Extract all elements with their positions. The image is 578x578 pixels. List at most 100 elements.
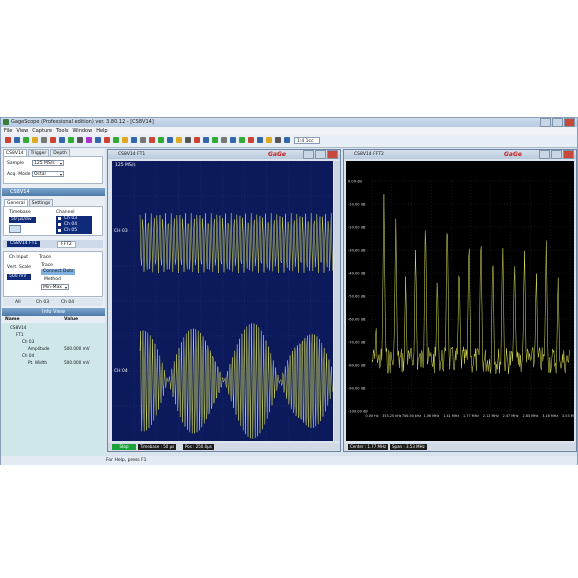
fft-plot[interactable]: 0.00 dB -10.00 dB -20.00 dB -30.00 dB -40.00… (346, 161, 574, 441)
toolbar-icon[interactable] (176, 137, 182, 143)
toolbar-icon[interactable] (50, 137, 56, 143)
channel-tab-strip: All Ch 03 Ch 04 (3, 298, 103, 306)
toolbar-icon[interactable] (14, 137, 20, 143)
maximize-button[interactable] (315, 150, 326, 159)
acq-mode-select[interactable]: Octal (32, 171, 64, 178)
info-view: Name Value CS8V14 FT1 Ch 03 Amplitude 500… (2, 316, 105, 463)
y-tick-label: -40.00 dB (348, 272, 366, 276)
tab-fft1[interactable]: CS8V14 FT1 (7, 241, 41, 247)
method-select[interactable]: Min-Max (41, 284, 69, 291)
tree-row[interactable]: CS8V14 (2, 324, 104, 331)
trace-ch04 (139, 323, 333, 439)
menu-view[interactable]: View (16, 127, 28, 135)
info-view-header: Info View (2, 308, 105, 316)
span-readout: Span : 3.53 MHz (390, 444, 427, 450)
trace-ch03 (139, 212, 333, 274)
y-tick-label: -50.00 dB (348, 295, 366, 299)
sample-select[interactable]: 125 MS/s (32, 160, 64, 167)
toolbar-icon[interactable] (32, 137, 38, 143)
checkbox-icon[interactable] (58, 223, 61, 226)
tree-value: 500.000 mV (64, 360, 90, 365)
checkbox-icon[interactable] (58, 217, 61, 220)
position-readout: Pos : 250.0µs (183, 444, 214, 450)
center-readout: Center : 1.77 MHz (348, 444, 389, 450)
scope-window-time: CS8V14 FT1 GaGe 125 MS/s CH 03 CH 04 Sto… (107, 149, 341, 452)
toolbar-icon[interactable] (275, 137, 281, 143)
minimize-button[interactable] (539, 150, 550, 159)
menu-capture[interactable]: Capture (32, 127, 52, 135)
toolbar-icon[interactable] (257, 137, 263, 143)
stop-indicator[interactable]: Stop (112, 444, 136, 450)
tab-fft2[interactable]: FFT2 (57, 241, 76, 248)
close-button[interactable] (563, 150, 574, 159)
x-tick-label: 353.25 kHz (382, 414, 401, 418)
scope-window-controls (539, 150, 574, 159)
toolbar-icon[interactable] (230, 137, 236, 143)
acq-mode-label: Acq. Mode (7, 172, 31, 177)
y-tick-label: -30.00 dB (348, 249, 366, 253)
toolbar-icon[interactable] (41, 137, 47, 143)
device-header: CS8V14 (2, 188, 105, 196)
toolbar-icon[interactable] (113, 137, 119, 143)
timebase-value[interactable]: 50 µs/div (9, 217, 36, 223)
toolbar-icon[interactable] (158, 137, 164, 143)
toolbar-icon[interactable] (248, 137, 254, 143)
toolbar-icon[interactable] (167, 137, 173, 143)
toolbar-icon[interactable] (59, 137, 65, 143)
tab-all[interactable]: All (15, 300, 21, 305)
menu-window[interactable]: Window (72, 127, 92, 135)
zoom-select[interactable]: 1:4 1cc (294, 137, 320, 144)
close-button[interactable] (564, 118, 575, 127)
time-plot[interactable]: 125 MS/s CH 03 CH 04 (112, 161, 333, 441)
channel-item[interactable]: Ch 05 (64, 228, 77, 234)
channel-label: Channel (56, 210, 75, 215)
toolbar-icon[interactable] (5, 137, 11, 143)
toolbar-icon[interactable] (95, 137, 101, 143)
toolbar-icon[interactable] (221, 137, 227, 143)
scope-window-controls (303, 150, 338, 159)
maximize-button[interactable] (552, 118, 563, 127)
toolbar-icon[interactable] (131, 137, 137, 143)
toolbar-icon[interactable] (68, 137, 74, 143)
toolbar-icon[interactable] (86, 137, 92, 143)
menu-tools[interactable]: Tools (56, 127, 68, 135)
input-box: Ch Input Trace Vert. Scale 500 mV Trace … (3, 251, 103, 297)
minimize-button[interactable] (303, 150, 314, 159)
toolbar-icon[interactable] (149, 137, 155, 143)
toolbar-icon[interactable] (23, 137, 29, 143)
toolbar-icon[interactable] (194, 137, 200, 143)
menu-file[interactable]: File (4, 127, 12, 135)
scope-title-bar: CS8V14 FT1 GaGe (108, 150, 340, 159)
tree-row[interactable]: Pt. Width 500.000 mV (2, 359, 104, 366)
tree-row[interactable]: Ch 03 (2, 338, 104, 345)
tab-ch03[interactable]: Ch 03 (36, 300, 49, 305)
tree-row[interactable]: Amplitude 500.000 mV (2, 345, 104, 352)
tree-row[interactable]: Ch 04 (2, 352, 104, 359)
toolbar-icon[interactable] (104, 137, 110, 143)
timebase-spin-icon[interactable] (9, 225, 21, 233)
close-button[interactable] (327, 150, 338, 159)
channel-list[interactable]: Ch 03 Ch 04 Ch 05 (56, 216, 92, 234)
toolbar-icon[interactable] (140, 137, 146, 143)
toolbar-icon[interactable] (122, 137, 128, 143)
tree-row[interactable]: FT1 (2, 331, 104, 338)
tree-name: CS8V14 (10, 325, 27, 330)
checkbox-icon[interactable] (58, 229, 61, 232)
toolbar-icon[interactable] (185, 137, 191, 143)
toolbar-icon[interactable] (212, 137, 218, 143)
vert-scale-value[interactable]: 500 mV (7, 274, 31, 280)
minimize-button[interactable] (540, 118, 551, 127)
toolbar-icon[interactable] (266, 137, 272, 143)
tab-ch04[interactable]: Ch 04 (61, 300, 74, 305)
toolbar-icon[interactable] (77, 137, 83, 143)
toolbar-icon[interactable] (239, 137, 245, 143)
trace-tab-label: Trace (39, 255, 51, 260)
menu-help[interactable]: Help (96, 127, 107, 135)
x-tick-label: 1.77 MHz (463, 414, 479, 418)
vert-scale-label: Vert. Scale (7, 265, 32, 270)
maximize-button[interactable] (551, 150, 562, 159)
vertical-scrollbar[interactable] (334, 161, 340, 441)
toolbar-icon[interactable] (203, 137, 209, 143)
toolbar-icon[interactable] (284, 137, 290, 143)
connect-dots-option[interactable]: Connect Dots (41, 269, 76, 275)
